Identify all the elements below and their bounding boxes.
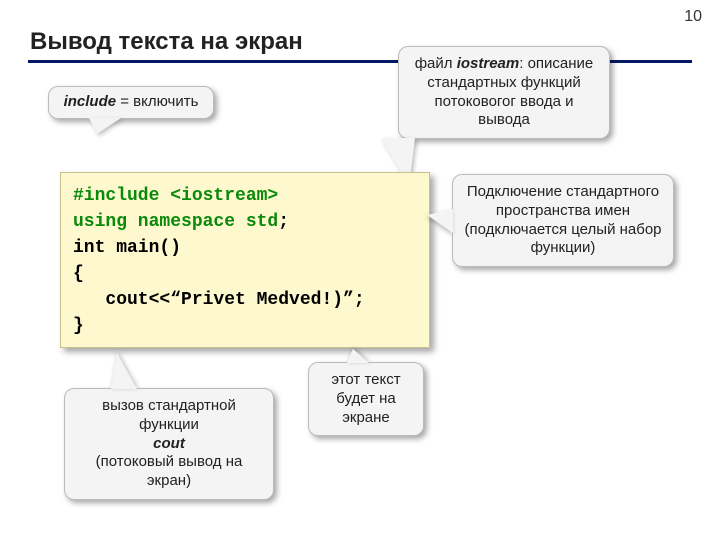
callout-cout-rest: (потоковый вывод на экран)	[96, 453, 243, 489]
code-line-3: int main()	[73, 235, 417, 261]
page-number: 10	[684, 8, 702, 26]
callout-include: include = включить	[48, 86, 214, 119]
callout-namespace: Подключение стандартного пространства им…	[452, 174, 674, 267]
callout-include-keyword: include	[64, 93, 117, 110]
callout-namespace-text: Подключение стандартного пространства им…	[464, 183, 661, 256]
code-line-2: using namespace std;	[73, 209, 417, 235]
callout-iostream: файл iostream: описание стандартных функ…	[398, 46, 610, 139]
callout-iostream-word: iostream	[457, 55, 520, 72]
code-line-5: cout<<“Privet Medved!)”;	[73, 287, 417, 313]
code-line-1a: #include	[73, 186, 170, 206]
callout-iostream-prefix: файл	[415, 55, 457, 72]
code-line-4: {	[73, 261, 417, 287]
callout-include-rest: = включить	[116, 93, 198, 110]
page-title: Вывод текста на экран	[30, 28, 303, 56]
code-line-1: #include <iostream>	[73, 183, 417, 209]
code-block: #include <iostream> using namespace std;…	[60, 172, 430, 348]
callout-cout-prefix: вызов стандартной функции	[102, 397, 236, 433]
callout-cout-word: cout	[153, 435, 185, 452]
callout-screentext: этот текст будет на экране	[308, 362, 424, 436]
code-line-6: }	[73, 313, 417, 339]
code-line-2b: ;	[278, 212, 289, 232]
callout-screentext-text: этот текст будет на экране	[331, 371, 400, 426]
code-line-2a: using namespace std	[73, 212, 278, 232]
code-line-1b: <iostream>	[170, 186, 278, 206]
callout-cout: вызов стандартной функции cout (потоковы…	[64, 388, 274, 500]
